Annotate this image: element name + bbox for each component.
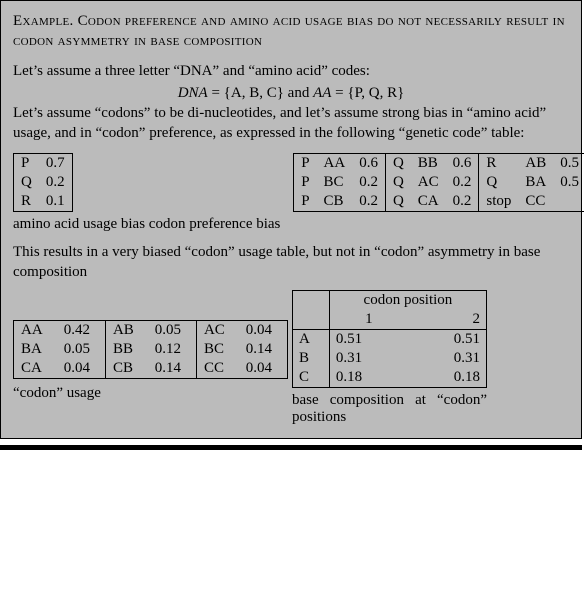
paragraph-3: This results in a very biased “codon” us… xyxy=(13,243,569,282)
val-cell: 0.18 xyxy=(408,368,487,388)
eqn-dna-lhs: DNA xyxy=(178,85,208,101)
eqn-and: and xyxy=(284,85,313,101)
base-composition-table: codon position 1 2 A 0.51 0.51 B 0.31 0.… xyxy=(292,290,487,388)
tables-row-2: AA0.42 AB0.05 AC0.04 BA0.05 BB0.12 BC0.1… xyxy=(13,290,569,426)
codon-pref-table: PAA0.6 QBB0.6 RAB0.5 PBC0.2 QAC0.2 QBA0.… xyxy=(293,153,584,212)
codon-position-header: codon position xyxy=(329,291,486,311)
base-composition-caption: base composition at “codon” positions xyxy=(292,392,487,426)
table-row: codon position xyxy=(293,291,487,311)
base-label: B xyxy=(293,349,330,368)
equation-dna-aa: DNA = {A, B, C} and AA = {P, Q, R} xyxy=(13,85,569,102)
paragraph-2: Let’s assume “codons” to be di-nucleotid… xyxy=(13,104,569,143)
val-cell: 0.18 xyxy=(329,368,408,388)
col-2: 2 xyxy=(408,310,487,330)
codon-usage-table: AA0.42 AB0.05 AC0.04 BA0.05 BB0.12 BC0.1… xyxy=(13,320,288,379)
tables-row-1: P0.7 Q0.2 R0.1 PAA0.6 QBB0.6 RAB0.5 PBC0… xyxy=(13,153,569,212)
example-box: Example. Codon preference and amino acid… xyxy=(0,0,582,439)
col-1: 1 xyxy=(329,310,408,330)
val-cell: 0.51 xyxy=(408,330,487,350)
val-cell: 0.31 xyxy=(329,349,408,368)
table-row: C 0.18 0.18 xyxy=(293,368,487,388)
table-row: Q0.2 xyxy=(14,173,73,192)
table-row: R0.1 xyxy=(14,192,73,212)
codon-usage-caption: “codon” usage xyxy=(13,385,288,402)
table-row: PBC0.2 QAC0.2 QBA0.5 xyxy=(294,173,584,192)
eqn-aa-lhs: AA xyxy=(313,85,331,101)
table-row: 1 2 xyxy=(293,310,487,330)
aa-cell: Q xyxy=(14,173,39,192)
example-title: Example. Codon preference and amino acid… xyxy=(13,11,569,52)
paragraph-1: Let’s assume a three letter “DNA” and “a… xyxy=(13,62,569,82)
codon-pref-caption: codon preference bias xyxy=(149,216,281,232)
val-cell: 0.1 xyxy=(39,192,72,212)
aa-cell: R xyxy=(14,192,39,212)
val-cell: 0.51 xyxy=(329,330,408,350)
table-row: PCB0.2 QCA0.2 stopCC xyxy=(294,192,584,212)
val-cell: 0.31 xyxy=(408,349,487,368)
table-row: P0.7 xyxy=(14,154,73,174)
aa-bias-table: P0.7 Q0.2 R0.1 xyxy=(13,153,73,212)
table-row: AA0.42 AB0.05 AC0.04 xyxy=(14,321,288,341)
val-cell: 0.7 xyxy=(39,154,72,174)
bottom-rule xyxy=(0,445,582,450)
eqn-aa-set: = {P, Q, R} xyxy=(331,85,404,101)
eqn-dna-set: = {A, B, C} xyxy=(208,85,284,101)
aa-cell: P xyxy=(14,154,39,174)
aa-bias-caption: amino acid usage bias xyxy=(13,216,145,232)
captions-row-1: amino acid usage bias codon preference b… xyxy=(13,216,569,233)
table-row: PAA0.6 QBB0.6 RAB0.5 xyxy=(294,154,584,174)
base-label: C xyxy=(293,368,330,388)
base-label: A xyxy=(293,330,330,350)
table-row: B 0.31 0.31 xyxy=(293,349,487,368)
val-cell: 0.2 xyxy=(39,173,72,192)
table-row: BA0.05 BB0.12 BC0.14 xyxy=(14,340,288,359)
table-row: CA0.04 CB0.14 CC0.04 xyxy=(14,359,288,379)
table-row: A 0.51 0.51 xyxy=(293,330,487,350)
